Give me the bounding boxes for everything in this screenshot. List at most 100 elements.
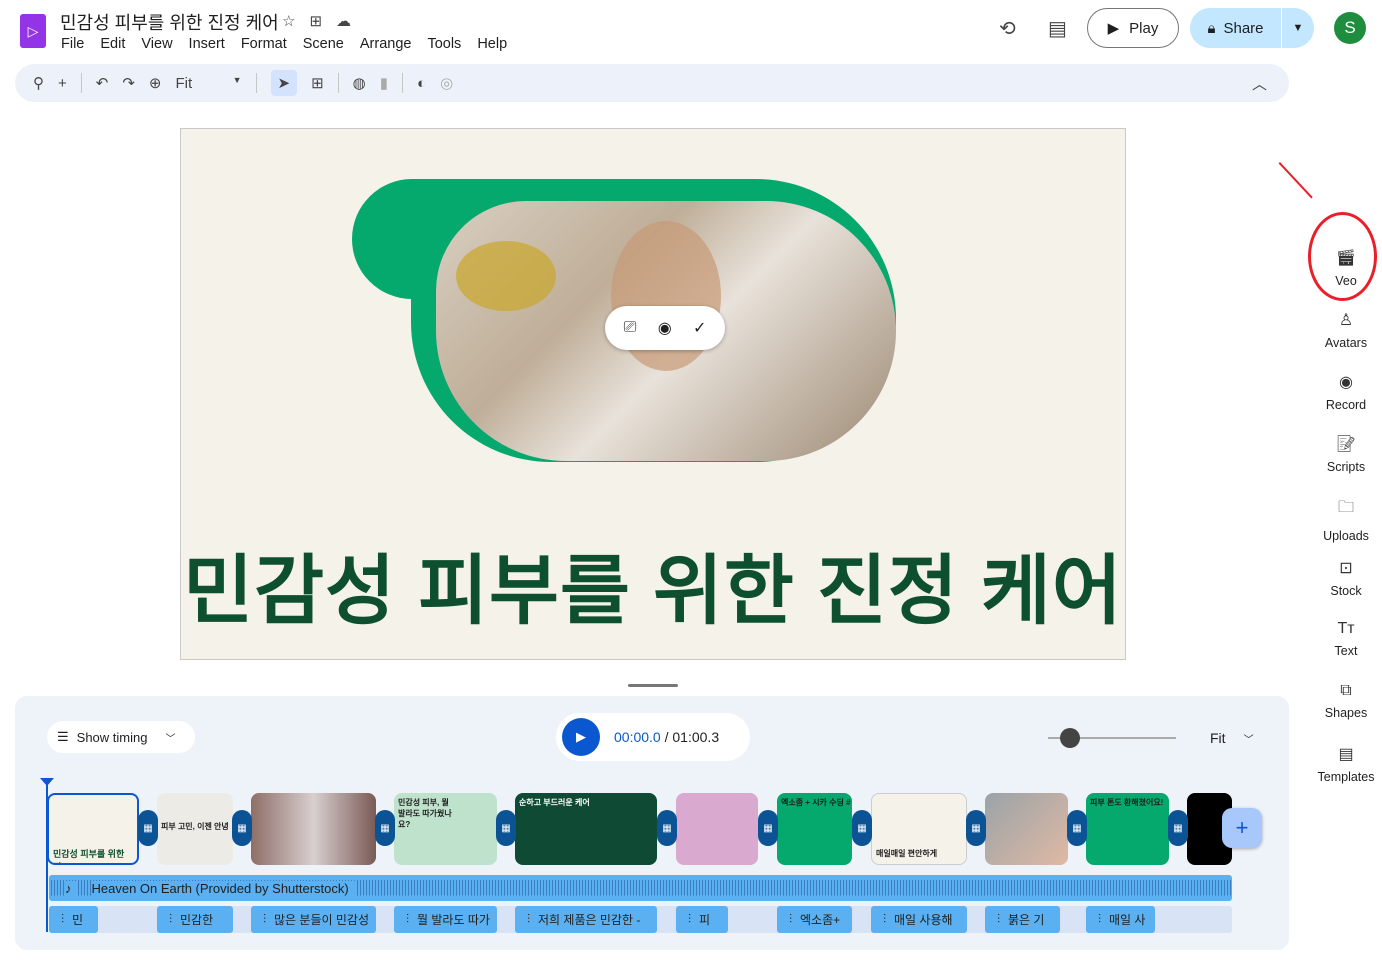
music-title: Heaven On Earth (Provided by Shutterstoc… (91, 880, 355, 896)
transition-icon[interactable]: ▦ (758, 810, 778, 846)
music-note-icon: ♪ (65, 880, 78, 896)
voice-clip[interactable]: ⫶ 붉은 기 (985, 906, 1060, 933)
annotation-arrow (1278, 162, 1313, 199)
scene-thumb[interactable]: 민감성 피부, 뭘 발라도 따가웠나요? (394, 793, 497, 865)
music-track[interactable]: ♪ Heaven On Earth (Provided by Shuttersto… (49, 875, 1232, 901)
timeline-zoom-knob[interactable] (1060, 728, 1080, 748)
search-icon[interactable]: ⚲ (33, 74, 44, 92)
voice-clip[interactable]: ⫶ 민 (49, 906, 98, 933)
text-box-icon[interactable]: ⊞ (311, 74, 324, 92)
menu-scene[interactable]: Scene (303, 36, 344, 52)
scene-thumb[interactable]: 매일매일 편안하게 (871, 793, 967, 865)
avatars-icon: ♙ (1338, 312, 1354, 329)
scene-thumb[interactable]: 피부 톤도 환해졌어요! (1086, 793, 1169, 865)
voice-clip[interactable]: ⫶ 뭘 발라도 따가 (394, 906, 497, 933)
templates-icon: ▤ (1338, 746, 1354, 763)
voice-clip[interactable]: ⫶ 민감한 (157, 906, 233, 933)
record-icon[interactable]: ◉ (658, 318, 672, 338)
scene-thumb[interactable] (985, 793, 1068, 865)
voice-clip[interactable]: ⫶ 저희 제품은 민감한 - (515, 906, 657, 933)
toolbar: ⚲ + ↶ ↷ ⊕ Fit ▼ ➤ ⊞ ◍ ▮ ◐ ◎ ︿ (15, 64, 1289, 102)
menu-bar: File Edit View Insert Format Scene Arran… (61, 36, 507, 52)
slide-title[interactable]: 민감성 피부를 위한 진정 케어 (181, 529, 1125, 639)
move-folder-icon[interactable]: ⊞ (309, 12, 322, 30)
transition-icon[interactable]: ▦ (138, 810, 158, 846)
select-tool-icon[interactable]: ➤ (270, 70, 298, 96)
side-shapes[interactable]: ⧉ Shapes (1310, 682, 1382, 720)
play-timeline-button[interactable]: ▶ (562, 718, 600, 756)
zoom-icon[interactable]: ⊕ (149, 74, 162, 92)
scene-thumb[interactable]: 피부 고민, 이젠 안녕 (157, 793, 233, 865)
add-scene-button[interactable]: + (1222, 808, 1262, 848)
menu-view[interactable]: View (141, 36, 172, 52)
play-icon: ▶ (1107, 20, 1120, 37)
voice-icon: ⫶ (688, 912, 692, 926)
menu-edit[interactable]: Edit (100, 36, 125, 52)
menu-tools[interactable]: Tools (427, 36, 461, 52)
show-timing-button[interactable]: ☰ Show timing ﹀ (47, 721, 195, 753)
palette-icon[interactable]: ◍ (353, 74, 366, 92)
stock-icon: ⊡ (1339, 560, 1353, 577)
history-icon[interactable]: ⟲ (999, 16, 1016, 41)
collapse-toolbar-icon[interactable]: ︿ (1252, 73, 1267, 94)
undo-icon[interactable]: ↶ (96, 74, 109, 92)
side-record[interactable]: ◉ Record (1310, 372, 1382, 412)
veo-icon: 🎬︎ (1335, 250, 1357, 267)
transition-icon[interactable]: ▦ (1067, 810, 1087, 846)
voice-clip[interactable]: ⫶ 매일 사 (1086, 906, 1155, 933)
side-text[interactable]: Tт Text (1310, 620, 1382, 658)
menu-format[interactable]: Format (241, 36, 287, 52)
check-icon[interactable]: ✓ (693, 318, 706, 338)
app-logo[interactable]: ▷ (20, 14, 46, 48)
side-veo[interactable]: 🎬︎ Veo (1310, 248, 1382, 288)
camera-swap-icon[interactable]: ⎚ (624, 319, 637, 337)
voice-clip[interactable]: ⫶ 매일 사용해 (871, 906, 967, 933)
cloud-saved-icon[interactable]: ☁ (336, 12, 351, 30)
voice-clip[interactable]: ⫶ 엑소좀+ (777, 906, 852, 933)
play-button[interactable]: ▶ Play (1087, 8, 1179, 48)
photo-action-popup: ⎚ ◉ ✓ (605, 306, 725, 350)
voice-icon: ⫶ (169, 912, 173, 926)
scene-thumb[interactable] (676, 793, 758, 865)
scene-thumb[interactable]: 엑소좀 + 시카 수딩 # (777, 793, 852, 865)
document-title[interactable]: 민감성 피부를 위한 진정 케어 (60, 9, 279, 35)
timeline-fit-select[interactable]: Fit ﹀ (1210, 730, 1254, 746)
fill-color-icon[interactable]: ◐ (417, 75, 426, 92)
share-dropdown-icon[interactable]: ▼ (1282, 22, 1314, 34)
side-templates[interactable]: ▤ Templates (1310, 744, 1382, 784)
voice-clip[interactable]: ⫶ 피 (676, 906, 728, 933)
menu-insert[interactable]: Insert (189, 36, 225, 52)
voice-icon: ⫶ (789, 912, 793, 926)
slide-canvas[interactable]: 민감성 피부를 위한 진정 케어 (180, 128, 1126, 660)
resize-handle[interactable] (628, 684, 678, 687)
menu-help[interactable]: Help (477, 36, 507, 52)
zoom-select[interactable]: Fit ▼ (176, 75, 242, 92)
transition-icon[interactable]: ▦ (496, 810, 516, 846)
side-stock[interactable]: ⊡ Stock (1310, 558, 1382, 598)
add-icon[interactable]: + (58, 75, 67, 92)
menu-file[interactable]: File (61, 36, 84, 52)
scene-thumb[interactable]: 민감성 피부를 위한 진 (47, 793, 139, 865)
paint-format-icon[interactable]: ▮ (380, 74, 388, 92)
transition-icon[interactable]: ▦ (852, 810, 872, 846)
transition-icon[interactable]: ▦ (375, 810, 395, 846)
star-icon[interactable]: ☆ (282, 12, 295, 30)
scene-thumb[interactable]: 순하고 부드러운 케어 (515, 793, 657, 865)
redo-icon[interactable]: ↷ (122, 74, 135, 92)
transition-icon[interactable]: ▦ (1168, 810, 1188, 846)
side-uploads[interactable]: 🗀 Uploads (1310, 496, 1382, 543)
comments-icon[interactable]: ▤ (1048, 16, 1067, 41)
side-scripts[interactable]: 📝︎ Scripts (1310, 434, 1382, 474)
scene-thumb[interactable] (251, 793, 376, 865)
transition-icon[interactable]: ▦ (657, 810, 677, 846)
avatar[interactable]: S (1334, 12, 1366, 44)
playback-controls: ▶ 00:00.0 / 01:00.3 (556, 713, 750, 761)
transition-icon[interactable]: ▦ (966, 810, 986, 846)
effects-icon[interactable]: ◎ (440, 74, 453, 92)
share-button[interactable]: 🔒︎ Share ▼ (1190, 8, 1314, 48)
voice-icon: ⫶ (1098, 912, 1102, 926)
transition-icon[interactable]: ▦ (232, 810, 252, 846)
menu-arrange[interactable]: Arrange (360, 36, 412, 52)
side-avatars[interactable]: ♙ Avatars (1310, 310, 1382, 350)
voice-clip[interactable]: ⫶ 많은 분들이 민감성 (251, 906, 376, 933)
